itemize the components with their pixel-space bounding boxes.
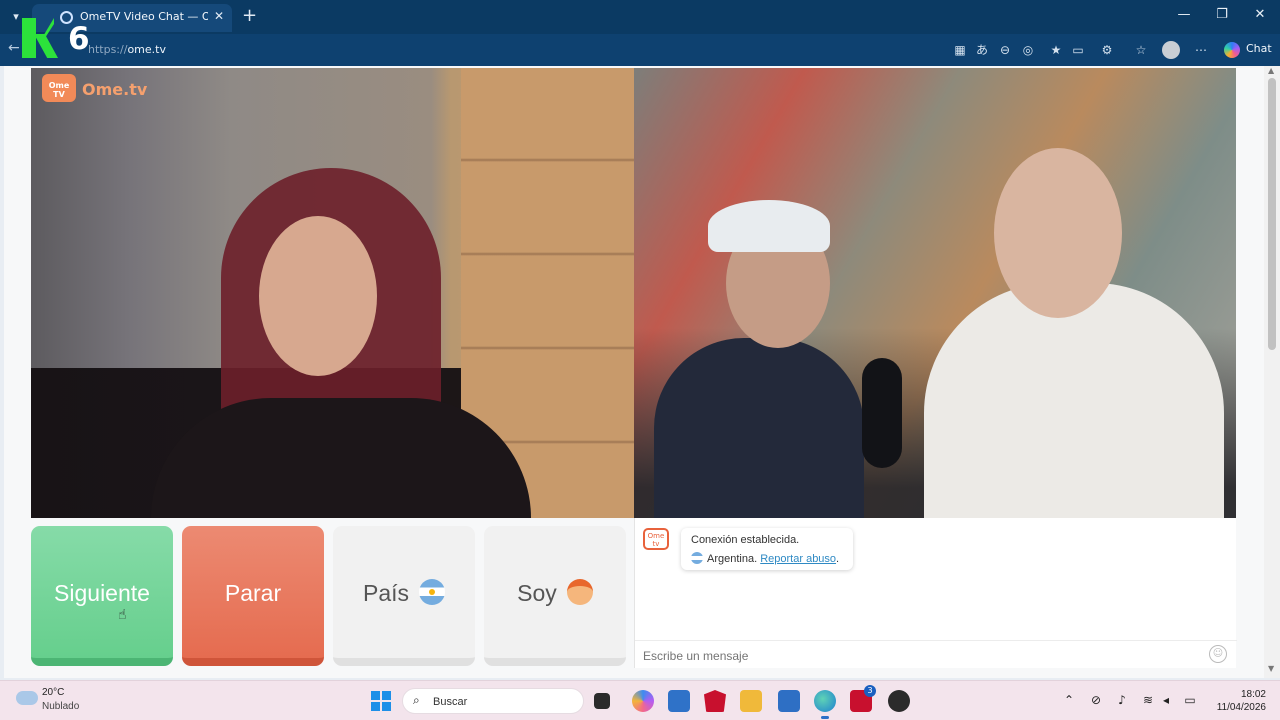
- zoom-icon[interactable]: ⊖: [997, 42, 1013, 58]
- minimize-window-icon[interactable]: —: [1174, 7, 1194, 22]
- chat-panel: Ome tv Conexión establecida. Argentina. …: [634, 518, 1237, 668]
- person-left-body: [654, 338, 864, 518]
- weather-temperature[interactable]: 20°C: [42, 687, 64, 698]
- new-tab-plus-icon[interactable]: +: [242, 6, 257, 26]
- close-window-icon[interactable]: ✕: [1250, 7, 1270, 22]
- url-host: ome.tv: [127, 43, 166, 56]
- url-field[interactable]: https://ome.tv: [88, 43, 166, 56]
- gender-select-button[interactable]: Soy: [484, 526, 626, 666]
- tray-chevron-up-icon[interactable]: ⌃: [1061, 693, 1077, 707]
- more-options-icon[interactable]: ⋯: [1193, 42, 1209, 58]
- lastpass-icon[interactable]: 3: [850, 685, 876, 712]
- next-button-label: Siguiente: [54, 580, 150, 606]
- file-explorer-icon[interactable]: [740, 690, 762, 712]
- person-right-body: [924, 283, 1224, 518]
- argentina-flag-icon: [691, 552, 703, 564]
- country-button-label: País: [362, 580, 410, 606]
- hand-cursor-icon: ☝: [118, 607, 127, 623]
- ometv-brand-name: Ome.tv: [82, 80, 148, 99]
- argentina-flag-icon: [419, 579, 446, 605]
- taskbar-clock[interactable]: 18:02 11/04/2026: [1206, 688, 1266, 714]
- outlook-icon[interactable]: [778, 690, 800, 712]
- next-button[interactable]: Siguiente: [31, 526, 173, 666]
- search-icon: ⌕: [413, 693, 420, 707]
- boy-emoji-icon: [566, 579, 593, 605]
- scroll-down-arrow-icon[interactable]: ▼: [1268, 664, 1274, 673]
- back-arrow-icon[interactable]: ←: [8, 40, 20, 56]
- person-right-face: [994, 148, 1122, 318]
- taskbar-search-placeholder: Buscar: [433, 696, 468, 708]
- connection-status-text: Conexión establecida.: [691, 534, 800, 546]
- close-tab-icon[interactable]: ✕: [214, 9, 224, 23]
- page-scrollbar[interactable]: ▲ ▼: [1264, 66, 1280, 678]
- url-scheme: https://: [88, 43, 128, 56]
- scrollbar-thumb[interactable]: [1268, 78, 1276, 350]
- task-view-icon[interactable]: [594, 693, 610, 709]
- apps-grid-icon[interactable]: ▦: [952, 42, 968, 58]
- profile-avatar[interactable]: [1162, 41, 1180, 59]
- copilot-icon: [1224, 42, 1240, 58]
- stop-button-label: Parar: [224, 580, 282, 606]
- copilot-app-icon[interactable]: [632, 690, 654, 712]
- browser-tab-ometv[interactable]: OmeTV Video Chat — Omegl ✕: [32, 4, 232, 32]
- volume-icon[interactable]: ◂: [1158, 693, 1174, 707]
- partner-face: [259, 216, 377, 376]
- tab-title: OmeTV Video Chat — Omegl: [80, 10, 208, 23]
- clock-date: 11/04/2026: [1216, 702, 1266, 713]
- emoji-picker-icon[interactable]: ☺: [1209, 645, 1227, 663]
- camera-in-use-icon[interactable]: ▭: [1070, 42, 1086, 58]
- microphone: [862, 358, 902, 468]
- partner-country: Argentina.: [707, 553, 758, 565]
- report-abuse-link[interactable]: Reportar abuso: [760, 553, 836, 565]
- weather-condition[interactable]: Nublado: [42, 701, 79, 712]
- chat-message-input[interactable]: [643, 647, 1203, 665]
- favorites-list-icon[interactable]: ☆: [1133, 42, 1149, 58]
- channel-k-logo: [22, 18, 60, 58]
- self-video: [634, 68, 1236, 518]
- obs-icon[interactable]: [888, 690, 910, 712]
- windows-taskbar: 20°C Nublado ⌕ Buscar 3 ⌃ ⊘ ♪ ≋ ◂ ▭ 18:0…: [0, 680, 1280, 720]
- lastpass-badge: 3: [864, 685, 876, 697]
- microsoft-store-icon[interactable]: [668, 690, 690, 712]
- wifi-icon[interactable]: ≋: [1140, 693, 1156, 707]
- taskbar-search-box[interactable]: ⌕ Buscar: [402, 688, 584, 714]
- ometv-chat-logo-icon: Ome tv: [643, 528, 669, 550]
- gender-button-label: Soy: [517, 580, 557, 606]
- white-cap: [708, 200, 830, 252]
- partner-country-line: Argentina. Reportar abuso.: [691, 552, 839, 565]
- translate-icon[interactable]: あ: [974, 42, 990, 58]
- ometv-logo: Ome TV Ome.tv: [42, 72, 152, 106]
- ometv-tv-icon: Ome TV: [42, 74, 76, 102]
- copilot-chat-button[interactable]: Chat: [1222, 40, 1272, 60]
- favorite-star-icon[interactable]: ★: [1048, 42, 1064, 58]
- clock-time: 18:02: [1240, 689, 1266, 700]
- chat-input-row: ☺: [635, 640, 1237, 668]
- scroll-up-arrow-icon[interactable]: ▲: [1268, 66, 1274, 75]
- country-select-button[interactable]: País: [333, 526, 475, 666]
- copilot-chat-label: Chat: [1246, 42, 1272, 55]
- cloud-weather-icon[interactable]: [16, 691, 38, 705]
- network-off-icon[interactable]: ⊘: [1088, 693, 1104, 707]
- partner-video: [31, 68, 634, 518]
- start-windows-icon[interactable]: [371, 691, 391, 711]
- channel-number: 6: [68, 21, 90, 57]
- maximize-window-icon[interactable]: ❐: [1212, 7, 1232, 22]
- edge-browser-icon[interactable]: [814, 690, 836, 719]
- microphone-icon[interactable]: ♪: [1114, 693, 1130, 707]
- extensions-icon[interactable]: ⚙: [1099, 42, 1115, 58]
- reader-icon[interactable]: ◎: [1020, 42, 1036, 58]
- mcafee-icon[interactable]: [704, 690, 726, 712]
- stop-button[interactable]: Parar: [182, 526, 324, 666]
- battery-icon[interactable]: ▭: [1182, 693, 1198, 707]
- browser-address-bar: ← https://ome.tv ▦ あ ⊖ ◎ ★ ▭ ⚙ ☆ ⋯ Chat: [0, 34, 1280, 66]
- browser-title-bar: ▾ OmeTV Video Chat — Omegl ✕ + — ❐ ✕: [0, 0, 1280, 34]
- system-message-bubble: Conexión establecida. Argentina. Reporta…: [681, 528, 853, 570]
- partner-body: [151, 398, 531, 518]
